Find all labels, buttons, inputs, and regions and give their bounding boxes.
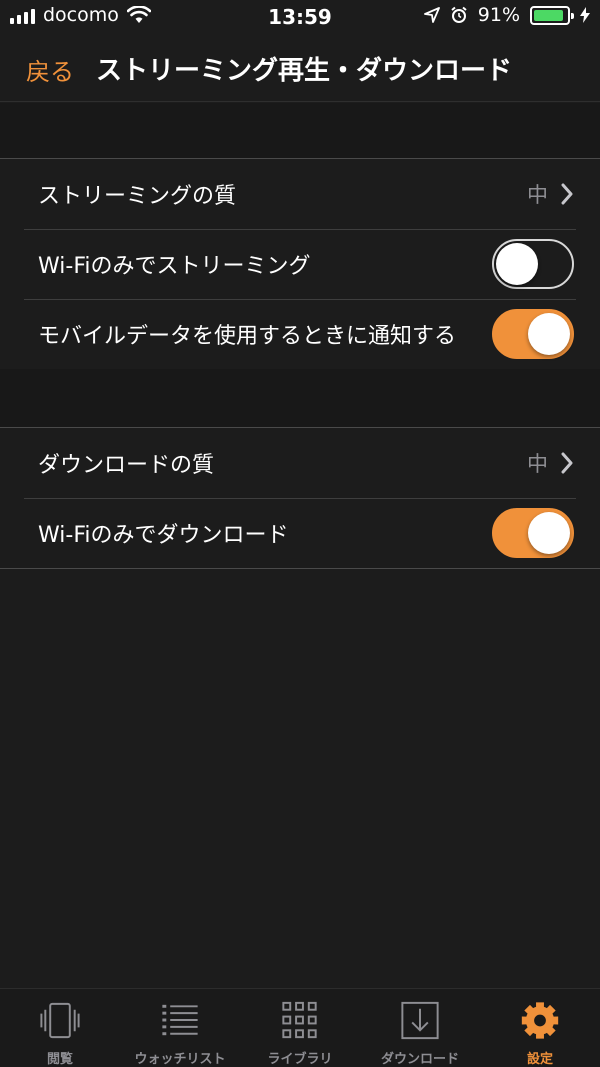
tab-downloads[interactable]: ダウンロード: [360, 989, 480, 1067]
status-bar: docomo 13:59 91%: [0, 0, 600, 36]
streaming-wifi-only-label: Wi-Fiのみでストリーミング: [38, 254, 311, 279]
streaming-section: ストリーミングの質 中 Wi-Fiのみでストリーミング モバイルデータを使用する…: [0, 158, 600, 370]
streaming-quality-label: ストリーミングの質: [38, 184, 237, 209]
alarm-icon: [451, 6, 467, 23]
streaming-wifi-only-toggle[interactable]: [492, 239, 574, 289]
streaming-quality-row[interactable]: ストリーミングの質 中: [0, 159, 600, 229]
battery-icon: [530, 5, 574, 25]
download-wifi-only-label: Wi-Fiのみでダウンロード: [38, 523, 289, 548]
mobile-data-notify-row: モバイルデータを使用するときに通知する: [0, 299, 600, 369]
download-quality-label: ダウンロードの質: [38, 453, 215, 478]
browse-icon: [40, 1002, 80, 1039]
gear-icon: [521, 1002, 559, 1039]
battery-percent: 91%: [477, 4, 520, 26]
toggle-knob: [528, 512, 570, 554]
toggle-knob: [528, 313, 570, 355]
tab-label: ウォッチリスト: [134, 1052, 226, 1067]
screen: docomo 13:59 91% 戻る ストリーミング再生・ダウンロード ストリ…: [0, 0, 600, 1067]
chevron-right-icon: [561, 452, 573, 474]
navigation-bar: 戻る ストリーミング再生・ダウンロード: [0, 36, 600, 102]
mobile-data-notify-label: モバイルデータを使用するときに通知する: [38, 324, 457, 349]
tab-label: 閲覧: [46, 1052, 73, 1067]
download-wifi-only-row: Wi-Fiのみでダウンロード: [0, 498, 600, 568]
charging-icon: [580, 7, 590, 23]
tab-watchlist[interactable]: ウォッチリスト: [120, 989, 240, 1067]
mobile-data-notify-toggle[interactable]: [492, 309, 574, 359]
tab-bar: 閲覧 ウォッチリスト ライブラリ ダウンロード 設定: [0, 988, 600, 1067]
grid-icon: [282, 1001, 317, 1039]
section-spacer: [0, 103, 600, 158]
location-icon: [423, 7, 440, 23]
download-section: ダウンロードの質 中 Wi-Fiのみでダウンロード: [0, 427, 600, 569]
streaming-wifi-only-row: Wi-Fiのみでストリーミング: [0, 229, 600, 299]
list-icon: [162, 1004, 198, 1036]
streaming-quality-value: 中: [527, 183, 548, 207]
tab-library[interactable]: ライブラリ: [240, 989, 360, 1067]
download-quality-row[interactable]: ダウンロードの質 中: [0, 428, 600, 498]
status-right: 91%: [423, 4, 590, 26]
back-button[interactable]: 戻る: [26, 52, 74, 87]
toggle-knob: [496, 243, 538, 285]
page-title: ストリーミング再生・ダウンロード: [96, 56, 513, 86]
tab-browse[interactable]: 閲覧: [0, 989, 120, 1067]
tab-label: 設定: [526, 1052, 553, 1067]
download-quality-value: 中: [527, 452, 548, 476]
chevron-right-icon: [561, 183, 573, 205]
tab-label: ダウンロード: [380, 1052, 459, 1067]
download-icon: [401, 1001, 439, 1040]
download-wifi-only-toggle[interactable]: [492, 508, 574, 558]
tab-label: ライブラリ: [267, 1052, 333, 1067]
section-spacer: [0, 369, 600, 427]
tab-settings[interactable]: 設定: [480, 989, 600, 1067]
